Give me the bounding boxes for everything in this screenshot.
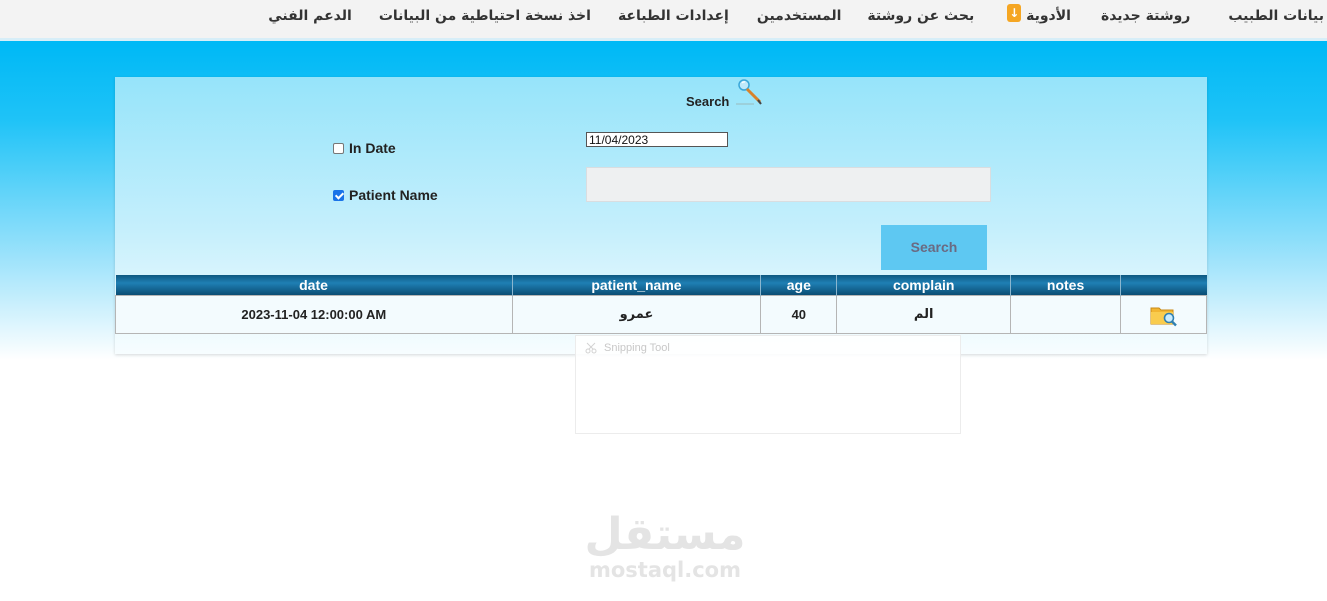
table-row: 2023-11-04 12:00:00 AM عمرو 40 الم xyxy=(115,295,1207,334)
folder-search-icon[interactable] xyxy=(1150,303,1178,327)
mostaql-watermark: مستقل mostaql.com xyxy=(560,509,770,583)
column-header-date[interactable]: date xyxy=(115,275,513,296)
column-header-action xyxy=(1120,275,1207,296)
nav-medicines[interactable]: الأدوية ↓ xyxy=(1001,4,1071,24)
nav-search-prescription[interactable]: بحث عن روشتة xyxy=(867,8,974,24)
column-header-complain[interactable]: complain xyxy=(836,275,1012,296)
column-header-age[interactable]: age xyxy=(760,275,838,296)
results-table: date patient_name age complain notes 202… xyxy=(115,275,1207,334)
in-date-option[interactable]: In Date xyxy=(333,140,396,156)
nav-print-settings[interactable]: إعدادات الطباعة xyxy=(618,8,729,24)
nav-users[interactable]: المستخدمين xyxy=(757,8,842,24)
cell-patient-name: عمرو xyxy=(511,295,762,334)
cell-notes xyxy=(1010,295,1122,334)
search-title: Search xyxy=(686,94,730,109)
nav-support[interactable]: الدعم الفني xyxy=(268,8,352,24)
top-nav-bar: بيانات الطبيب روشتة جديدة الأدوية ↓ بحث … xyxy=(0,0,1327,41)
table-header-row: date patient_name age complain notes xyxy=(115,275,1207,296)
patient-name-option[interactable]: Patient Name xyxy=(333,187,438,203)
cell-complain: الم xyxy=(836,295,1012,334)
magnifier-pen-icon xyxy=(736,79,762,105)
nav-backup[interactable]: اخذ نسخة احتياطية من البيانات xyxy=(379,8,591,24)
cell-age: 40 xyxy=(760,295,838,334)
scissors-icon xyxy=(585,342,597,354)
watermark-arabic: مستقل xyxy=(584,509,746,560)
search-panel: Search In Date Patient Name 11/04/2023 S… xyxy=(115,77,1207,354)
download-arrow-icon: ↓ xyxy=(1007,4,1022,22)
in-date-checkbox[interactable] xyxy=(333,142,344,154)
nav-new-prescription[interactable]: روشتة جديدة xyxy=(1101,8,1190,24)
watermark-latin: mostaql.com xyxy=(589,558,741,582)
date-field[interactable]: 11/04/2023 xyxy=(586,132,728,147)
patient-name-label: Patient Name xyxy=(349,187,438,203)
patient-name-field[interactable] xyxy=(586,167,991,202)
in-date-label: In Date xyxy=(349,140,396,156)
snipping-tool-title: Snipping Tool xyxy=(604,342,670,354)
column-header-patient-name[interactable]: patient_name xyxy=(512,275,762,296)
nav-doctor-data[interactable]: بيانات الطبيب xyxy=(1228,8,1324,24)
column-header-notes[interactable]: notes xyxy=(1010,275,1122,296)
cell-action[interactable] xyxy=(1120,295,1207,334)
search-button[interactable]: Search xyxy=(881,225,987,270)
nav-medicines-label: الأدوية xyxy=(1026,8,1071,24)
patient-name-checkbox[interactable] xyxy=(333,189,344,201)
snipping-tool-window: Snipping Tool xyxy=(575,335,961,434)
cell-date: 2023-11-04 12:00:00 AM xyxy=(115,295,513,334)
